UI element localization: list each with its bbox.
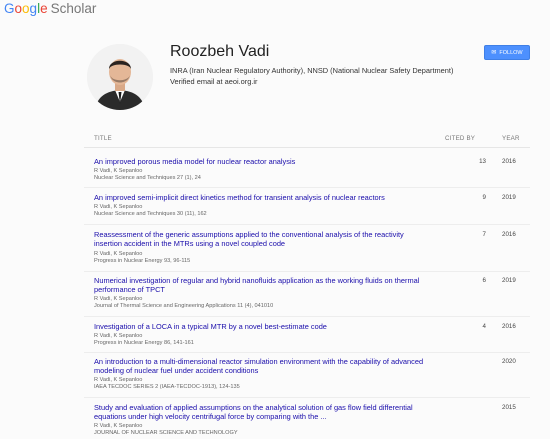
profile-photo (87, 44, 153, 110)
article-venue: Nuclear Science and Techniques 27 (1), 2… (94, 175, 201, 181)
article-year: 2016 (502, 323, 516, 330)
article-title[interactable]: An introduction to a multi-dimensional r… (94, 357, 424, 375)
table-row: Study and evaluation of applied assumpti… (84, 403, 530, 439)
article-title[interactable]: Investigation of a LOCA in a typical MTR… (94, 322, 424, 331)
column-year[interactable]: YEAR (502, 135, 520, 142)
column-title[interactable]: TITLE (94, 135, 112, 142)
article-authors: R Vadi, K Sepanloo (94, 333, 143, 339)
article-year: 2015 (502, 404, 516, 411)
google-scholar-logo[interactable]: Google Scholar (4, 1, 96, 16)
article-year: 2019 (502, 194, 516, 201)
table-row: Reassessment of the generic assumptions … (84, 230, 530, 272)
column-cited-by[interactable]: CITED BY (445, 135, 475, 142)
cited-count[interactable]: 6 (474, 277, 486, 284)
article-authors: R Vadi, K Sepanloo (94, 251, 143, 257)
article-title[interactable]: An improved porous media model for nucle… (94, 157, 424, 166)
article-year: 2019 (502, 277, 516, 284)
cited-count[interactable]: 13 (474, 158, 486, 165)
table-row: Numerical investigation of regular and h… (84, 276, 530, 317)
article-venue: IAEA TECDOC SERIES 2 (IAEA-TECDOC-1913),… (94, 384, 240, 390)
article-venue: JOURNAL OF NUCLEAR SCIENCE AND TECHNOLOG… (94, 430, 238, 436)
article-title[interactable]: An improved semi-implicit direct kinetic… (94, 193, 424, 202)
article-venue: Journal of Thermal Science and Engineeri… (94, 303, 274, 309)
article-year: 2016 (502, 158, 516, 165)
article-year: 2020 (502, 358, 516, 365)
article-title[interactable]: Study and evaluation of applied assumpti… (94, 403, 424, 421)
cited-count[interactable]: 7 (474, 231, 486, 238)
article-authors: R Vadi, K Sepanloo (94, 296, 143, 302)
avatar (87, 44, 153, 110)
verified-email: Verified email at aeoi.org.ir (170, 77, 258, 86)
profile-affiliation: INRA (Iran Nuclear Regulatory Authority)… (170, 66, 454, 75)
follow-label: FOLLOW (499, 49, 523, 56)
article-authors: R Vadi, K Sepanloo (94, 377, 143, 383)
article-authors: R Vadi, K Sepanloo (94, 423, 143, 429)
cited-count[interactable]: 9 (474, 194, 486, 201)
table-header: TITLE CITED BY YEAR (84, 131, 530, 148)
article-title[interactable]: Numerical investigation of regular and h… (94, 276, 424, 294)
table-row: An introduction to a multi-dimensional r… (84, 357, 530, 398)
article-authors: R Vadi, K Sepanloo (94, 204, 143, 210)
article-year: 2016 (502, 231, 516, 238)
article-authors: R Vadi, K Sepanloo (94, 168, 143, 174)
article-venue: Progress in Nuclear Energy 93, 96-115 (94, 258, 191, 264)
article-venue: Progress in Nuclear Energy 86, 141-161 (94, 340, 194, 346)
article-venue: Nuclear Science and Techniques 30 (11), … (94, 211, 207, 217)
table-row: An improved semi-implicit direct kinetic… (84, 193, 530, 225)
table-row: Investigation of a LOCA in a typical MTR… (84, 322, 530, 353)
cited-count[interactable]: 4 (474, 323, 486, 330)
follow-button[interactable]: ✉ FOLLOW (484, 45, 530, 60)
table-row: An improved porous media model for nucle… (84, 157, 530, 188)
article-title[interactable]: Reassessment of the generic assumptions … (94, 230, 424, 248)
envelope-icon: ✉ (491, 49, 497, 56)
profile-name: Roozbeh Vadi (170, 43, 270, 60)
